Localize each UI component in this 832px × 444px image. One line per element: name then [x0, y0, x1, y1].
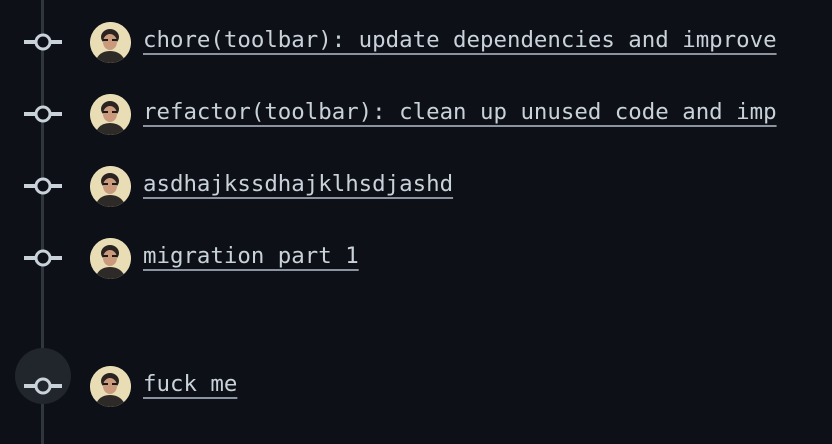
- user-avatar[interactable]: [90, 366, 131, 407]
- commit-row: chore(toolbar): update dependencies and …: [0, 18, 832, 66]
- avatar-image: [90, 238, 131, 279]
- git-commit-icon: [24, 33, 62, 51]
- commit-row: fuck me: [0, 348, 832, 410]
- commit-title-link[interactable]: migration part 1: [143, 241, 359, 271]
- avatar-image: [90, 166, 131, 207]
- git-commit-icon: [24, 177, 62, 195]
- user-avatar[interactable]: [90, 22, 131, 63]
- commit-title-link[interactable]: fuck me: [143, 369, 237, 399]
- commit-title-link[interactable]: asdhajkssdhajklhsdjashd: [143, 169, 453, 199]
- avatar-image: [90, 366, 131, 407]
- user-avatar[interactable]: [90, 94, 131, 135]
- commit-title-link[interactable]: chore(toolbar): update dependencies and …: [143, 25, 777, 55]
- commit-row: refactor(toolbar): clean up unused code …: [0, 90, 832, 138]
- commit-title-link[interactable]: refactor(toolbar): clean up unused code …: [143, 97, 777, 127]
- user-avatar[interactable]: [90, 238, 131, 279]
- git-commit-icon: [24, 249, 62, 267]
- avatar-image: [90, 94, 131, 135]
- git-commit-icon: [24, 377, 62, 395]
- commit-row: asdhajkssdhajklhsdjashd: [0, 162, 832, 210]
- avatar-image: [90, 22, 131, 63]
- commit-row: migration part 1: [0, 234, 832, 282]
- git-commit-icon: [24, 105, 62, 123]
- user-avatar[interactable]: [90, 166, 131, 207]
